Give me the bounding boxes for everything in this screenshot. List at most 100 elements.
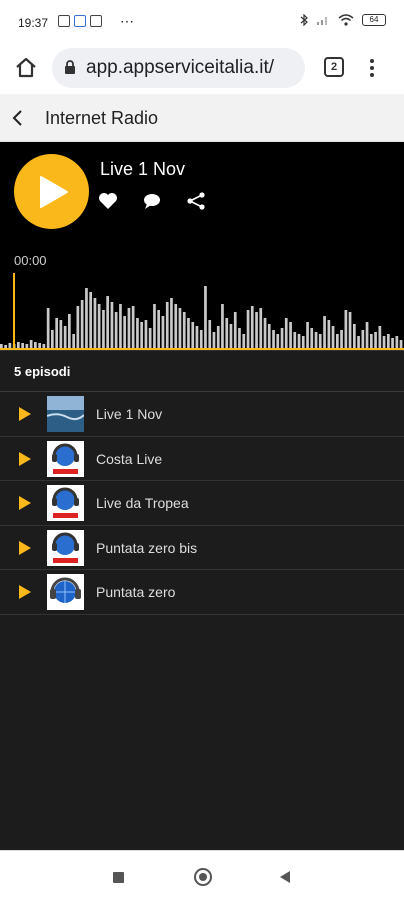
waveform-bar — [97, 304, 101, 348]
waveform-bar — [131, 306, 135, 348]
waveform-bar — [25, 344, 29, 348]
episode-row[interactable]: Puntata zero — [0, 570, 404, 615]
tab-switcher-button[interactable]: 2 — [324, 57, 344, 77]
waveform-bar — [348, 312, 352, 348]
waveform-bar — [0, 344, 3, 348]
episode-title: Live 1 Nov — [96, 406, 163, 422]
waveform-bar — [148, 328, 152, 348]
waveform-bar — [353, 324, 356, 348]
waveform-seekbar[interactable] — [0, 268, 404, 350]
browser-toolbar: app.appserviceitalia.it/ 2 — [0, 42, 404, 94]
episode-thumbnail — [47, 485, 84, 522]
waveform-bar — [29, 340, 33, 348]
waveform-bar — [55, 318, 58, 348]
waveform-bar — [106, 296, 109, 348]
share-button[interactable] — [186, 192, 210, 212]
waveform-bar — [59, 320, 63, 348]
playhead[interactable] — [13, 273, 15, 349]
waveform-bar — [331, 326, 335, 348]
status-time: 19:37 — [18, 16, 49, 30]
battery-icon: 64 — [362, 14, 386, 26]
status-bar: 19:37 ⋯ 64 — [0, 0, 404, 42]
waveform-bar — [72, 334, 75, 348]
waveform-bar — [102, 310, 105, 348]
waveform-bar — [165, 302, 169, 348]
episode-title: Puntata zero bis — [96, 539, 198, 556]
play-icon[interactable] — [18, 406, 32, 422]
notification-icon — [90, 15, 102, 27]
waveform-bar — [310, 328, 314, 348]
episode-row[interactable]: Live da Tropea — [0, 481, 404, 526]
waveform-bar — [276, 334, 280, 348]
waveform-bar — [255, 312, 258, 348]
lock-icon — [65, 60, 75, 74]
page-title: Internet Radio — [45, 108, 159, 128]
waveform-bar — [140, 322, 143, 348]
play-icon — [40, 176, 68, 208]
waveform-bar — [68, 314, 71, 348]
play-icon[interactable] — [18, 540, 32, 556]
address-bar[interactable]: app.appserviceitalia.it/ — [52, 48, 305, 88]
play-icon[interactable] — [18, 451, 32, 467]
episode-row[interactable]: Live 1 Nov — [0, 392, 404, 437]
back-arrow-icon[interactable] — [6, 106, 30, 130]
waveform-bar — [119, 304, 122, 348]
like-button[interactable] — [98, 192, 122, 212]
waveform-bar — [191, 322, 195, 348]
waveform-bar — [208, 320, 212, 348]
waveform-bar — [127, 308, 131, 348]
play-button[interactable] — [14, 154, 89, 229]
waveform-bar — [161, 316, 165, 348]
waveform-bar — [259, 308, 263, 348]
waveform-bar — [318, 334, 322, 348]
back-button[interactable] — [278, 870, 292, 884]
bluetooth-icon — [300, 14, 308, 26]
comment-icon — [144, 194, 160, 209]
waveform-bar — [399, 340, 403, 348]
waveform-bar — [306, 322, 309, 348]
home-button[interactable] — [194, 868, 212, 886]
track-actions — [98, 192, 210, 212]
waveform-bar — [182, 312, 186, 348]
waveform-bar — [212, 332, 216, 348]
comment-button[interactable] — [142, 192, 166, 212]
waveform-bar — [297, 334, 301, 348]
waveform-bar — [195, 326, 199, 348]
episode-title: Costa Live — [96, 450, 163, 467]
waveform-bar — [144, 320, 148, 348]
waveform-bar — [221, 304, 224, 348]
waveform-bar — [17, 342, 20, 348]
episode-thumbnail — [47, 440, 84, 477]
wifi-icon — [338, 14, 354, 26]
episode-row[interactable]: Puntata zero bis — [0, 526, 404, 571]
waveform-bar — [395, 336, 399, 348]
play-icon[interactable] — [18, 495, 32, 511]
waveform-bar — [284, 318, 288, 348]
waveform-bar — [387, 334, 390, 348]
home-icon[interactable] — [14, 56, 38, 80]
play-icon[interactable] — [18, 584, 32, 600]
waveform-bar — [340, 330, 343, 348]
waveform-bar — [63, 326, 67, 348]
elapsed-time: 00:00 — [14, 253, 47, 268]
waveform-bar — [327, 320, 331, 348]
episode-row[interactable]: Costa Live — [0, 437, 404, 482]
waveform-bar — [263, 318, 267, 348]
waveform-bar — [289, 322, 292, 348]
waveform-bar — [157, 310, 160, 348]
recents-button[interactable] — [113, 872, 124, 883]
waveform-bar — [21, 343, 24, 348]
waveform-bar — [80, 300, 84, 348]
waveform-bar — [51, 330, 54, 348]
overflow-menu-icon[interactable] — [368, 56, 376, 80]
waveform-bar — [301, 336, 305, 348]
episode-count-header: 5 episodi — [0, 350, 404, 392]
waveform-bar — [361, 330, 365, 348]
waveform-bar — [293, 332, 297, 348]
waveform-bar — [323, 316, 326, 348]
waveform-bar — [199, 330, 203, 348]
waveform-bar — [46, 308, 50, 348]
waveform-bar — [314, 332, 318, 348]
notification-icon — [74, 15, 86, 27]
waveform-bar — [336, 334, 339, 348]
